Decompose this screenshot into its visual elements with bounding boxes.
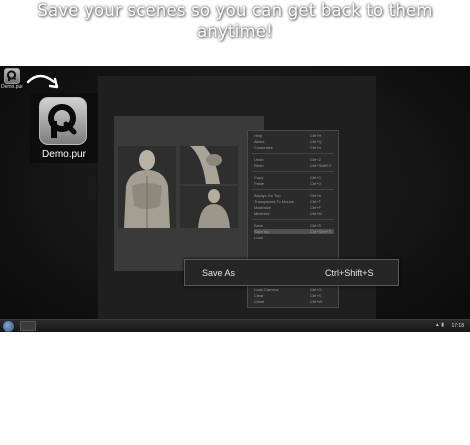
menu-item-load-camera[interactable]: Load Camera Ctrl+G xyxy=(254,287,334,292)
taskbar-app-button[interactable] xyxy=(20,321,36,331)
small-app-icon[interactable] xyxy=(4,68,20,84)
headline-line-1: Save your scenes so you can get back to … xyxy=(37,1,433,20)
menu-item-maximize[interactable]: Maximize Ctrl+F xyxy=(254,205,334,210)
menu-item-close[interactable]: Close Ctrl+W xyxy=(254,299,334,304)
save-as-callout[interactable]: Save As Ctrl+Shift+S xyxy=(184,259,399,286)
menu-item-save[interactable]: Save Ctrl+S xyxy=(254,223,334,228)
menu-item-transparent-to-mouse[interactable]: Transparent To Mouse Ctrl+T xyxy=(254,199,334,204)
start-button[interactable] xyxy=(3,321,14,332)
small-icon-label: Demo.pur xyxy=(1,84,23,90)
anatomy-image-arm xyxy=(180,146,238,184)
menu-separator xyxy=(252,153,334,154)
menu-item-undo[interactable]: Undo Ctrl+Z xyxy=(254,157,334,162)
headline: Save your scenes so you can get back to … xyxy=(0,0,470,42)
menu-item-customize[interactable]: Customize Ctrl+U xyxy=(254,145,334,150)
big-app-icon[interactable] xyxy=(39,97,87,145)
taskbar: ▲ ▮ 17:18 xyxy=(0,319,470,332)
save-as-label: Save As xyxy=(202,268,236,278)
menu-item-paste[interactable]: Paste Ctrl+V xyxy=(254,181,334,186)
menu-item-always-on-top[interactable]: Always On Top Ctrl+A xyxy=(254,193,334,198)
clock: 17:18 xyxy=(451,323,464,329)
menu-item-clear[interactable]: Clear Ctrl+X xyxy=(254,293,334,298)
menu-item-help[interactable]: Help Ctrl+H xyxy=(254,133,334,138)
tray-icons[interactable]: ▲ ▮ xyxy=(435,322,444,328)
menu-item-save-as[interactable]: Save As Ctrl+Shift+S xyxy=(254,229,334,234)
menu-item-minimize[interactable]: Minimize Ctrl+M xyxy=(254,211,334,216)
menu-separator xyxy=(252,189,334,190)
anatomy-image-back xyxy=(180,186,238,228)
curved-arrow-icon xyxy=(26,74,59,89)
viewport-panel xyxy=(114,116,264,271)
headline-line-2: anytime! xyxy=(197,22,273,41)
menu-separator xyxy=(252,219,334,220)
p-logo-icon xyxy=(48,104,77,138)
menu-separator xyxy=(252,171,334,172)
p-logo-icon xyxy=(6,70,17,81)
menu-item-about[interactable]: About Ctrl+Q xyxy=(254,139,334,144)
menu-item-copy[interactable]: Copy Ctrl+C xyxy=(254,175,334,180)
desktop: Demo.pur Demo.pur Help Ctrl+H About Ctrl… xyxy=(0,66,470,332)
big-icon-label: Demo.pur xyxy=(42,149,86,160)
menu-item-load[interactable]: Load xyxy=(254,235,334,240)
save-as-shortcut: Ctrl+Shift+S xyxy=(325,268,374,278)
anatomy-image-torso xyxy=(118,146,176,228)
menu-item-redo[interactable]: Redo Ctrl+Shift+Z xyxy=(254,163,334,168)
